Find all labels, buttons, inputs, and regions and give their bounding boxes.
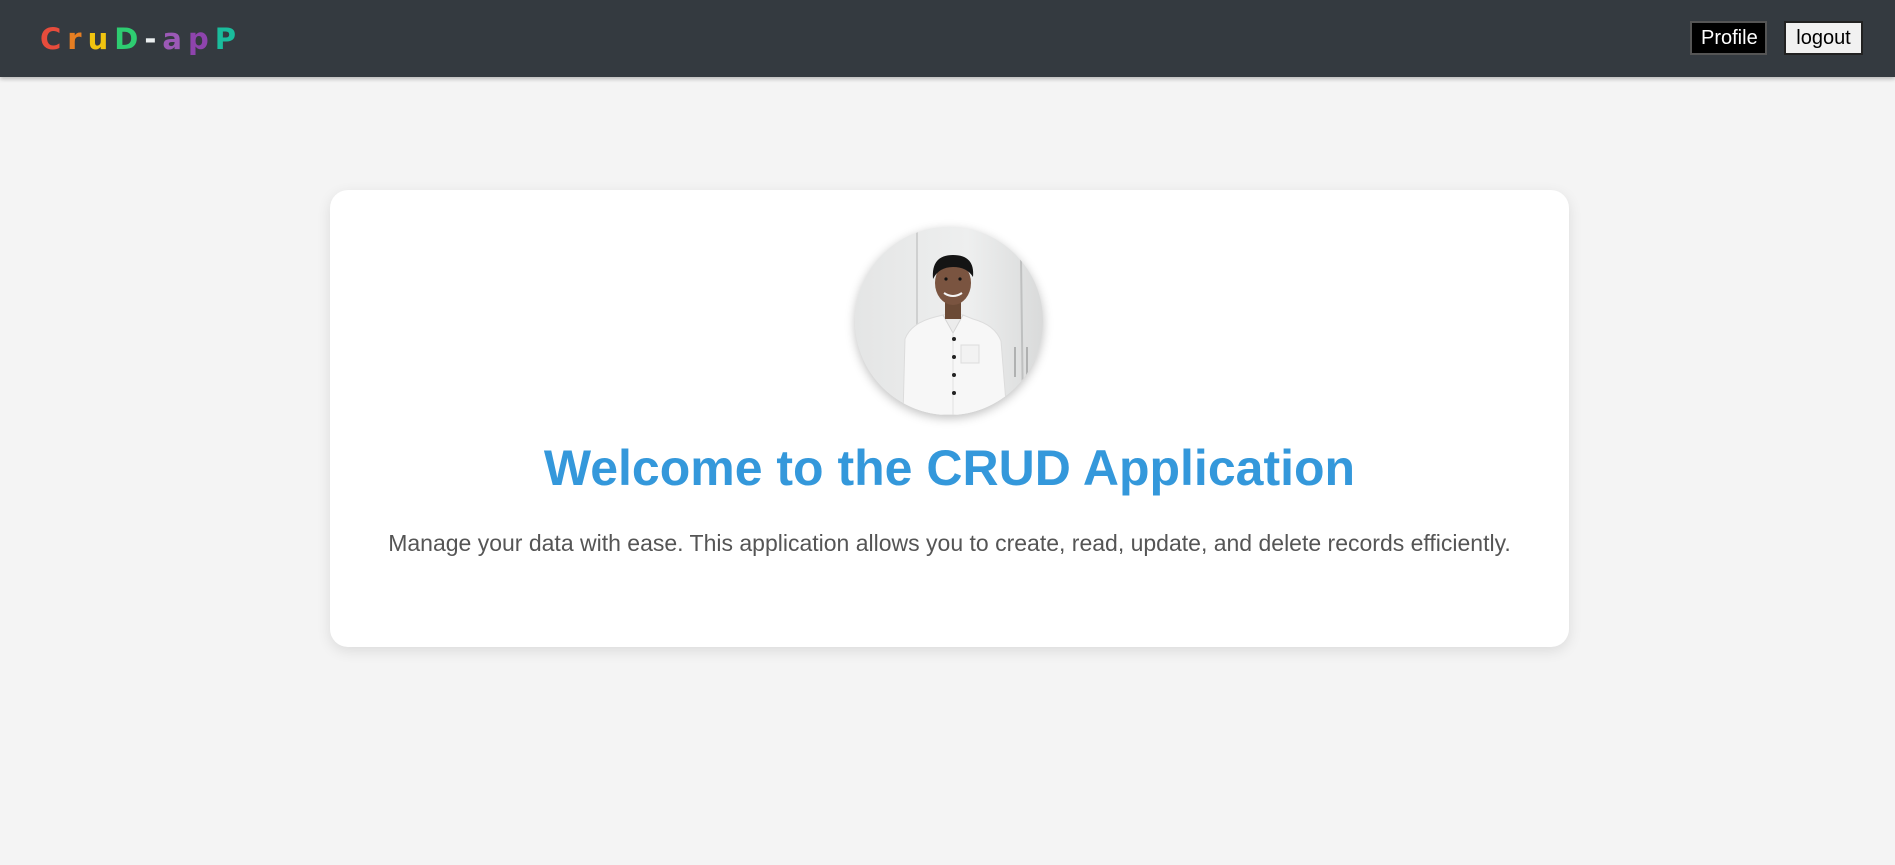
logo-letter: D bbox=[114, 22, 145, 56]
avatar bbox=[855, 227, 1043, 415]
page-description: Manage your data with ease. This applica… bbox=[388, 530, 1511, 556]
welcome-card: Welcome to the CRUD Application Manage y… bbox=[330, 190, 1569, 647]
logout-button[interactable]: logout bbox=[1784, 21, 1863, 55]
logo-letter: a bbox=[162, 22, 188, 56]
app-logo[interactable]: CruD-apP bbox=[40, 22, 242, 56]
logo-letter: - bbox=[144, 22, 163, 56]
top-navbar: CruD-apP Profile logout bbox=[0, 0, 1895, 77]
profile-button[interactable]: Profile bbox=[1690, 21, 1767, 55]
logo-letter: P bbox=[214, 22, 242, 56]
logo-letter: u bbox=[87, 22, 115, 56]
page-title: Welcome to the CRUD Application bbox=[543, 440, 1356, 496]
logo-letter: C bbox=[40, 22, 68, 56]
logo-letter: p bbox=[187, 22, 215, 56]
logo-letter: r bbox=[67, 22, 88, 56]
profile-photo bbox=[855, 227, 1043, 415]
